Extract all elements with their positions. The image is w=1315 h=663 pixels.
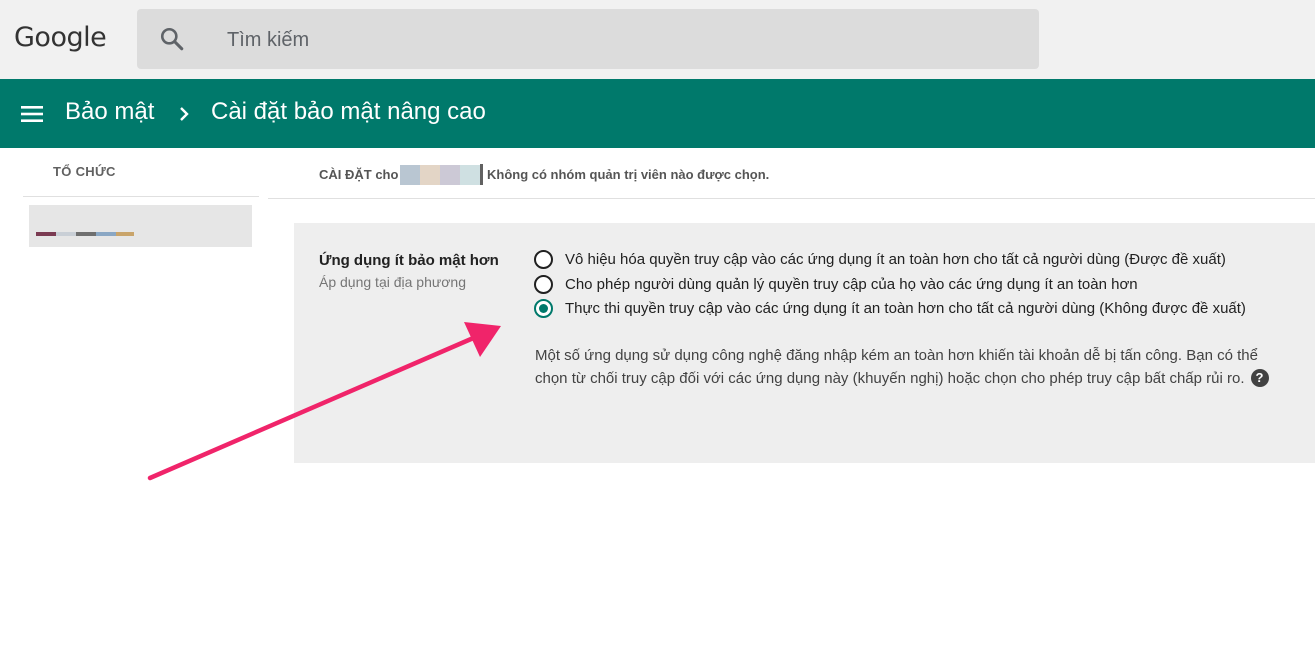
- search-input[interactable]: [225, 9, 1009, 71]
- radio-label: Cho phép người dùng quản lý quyền truy c…: [565, 275, 1138, 293]
- radio-button[interactable]: [534, 249, 553, 269]
- menu-icon[interactable]: [20, 102, 44, 126]
- admin-group-status: Không có nhóm quản trị viên nào được chọ…: [487, 167, 770, 182]
- google-logo[interactable]: Google: [14, 22, 107, 53]
- settings-context-bar: CÀI ĐẶT cho Không có nhóm quản trị viên …: [268, 148, 1315, 199]
- redaction-swatch: [400, 165, 420, 185]
- radio-label: Vô hiệu hóa quyền truy cập vào các ứng d…: [565, 250, 1226, 268]
- redaction-swatch: [420, 165, 440, 185]
- separator: [480, 164, 483, 185]
- redaction-swatch: [440, 165, 460, 185]
- org-section-label: TỔ CHỨC: [53, 164, 116, 179]
- setting-card: Ứng dụng ít bảo mật hơn Áp dụng tại địa …: [294, 223, 1315, 463]
- redaction-swatch: [96, 232, 116, 236]
- redaction-swatch: [76, 232, 96, 236]
- redaction-swatch: [460, 165, 480, 185]
- search-box[interactable]: [137, 9, 1039, 71]
- chevron-right-icon: [180, 107, 189, 121]
- radio-button-selected[interactable]: [534, 298, 553, 318]
- radio-option-enforce[interactable]: Thực thi quyền truy cập vào các ứng dụng…: [534, 297, 1246, 319]
- search-icon[interactable]: [159, 26, 185, 52]
- redaction-swatch: [56, 232, 76, 236]
- setting-title: Ứng dụng ít bảo mật hơn: [319, 252, 499, 269]
- org-unit-item[interactable]: [29, 205, 252, 247]
- radio-option-disable[interactable]: Vô hiệu hóa quyền truy cập vào các ứng d…: [534, 248, 1226, 270]
- divider: [23, 196, 259, 197]
- page-title: Cài đặt bảo mật nâng cao: [211, 98, 486, 125]
- description-text: Một số ứng dụng sử dụng công nghệ đăng n…: [535, 347, 1258, 387]
- redaction-swatch: [116, 232, 134, 236]
- setting-scope: Áp dụng tại địa phương: [319, 274, 466, 290]
- redaction-swatch: [36, 232, 56, 236]
- setting-description: Một số ứng dụng sử dụng công nghệ đăng n…: [535, 344, 1280, 390]
- breadcrumb-security[interactable]: Bảo mật: [65, 98, 154, 126]
- radio-label: Thực thi quyền truy cập vào các ứng dụng…: [565, 299, 1246, 317]
- org-name-redacted: [36, 232, 134, 236]
- radio-option-user-managed[interactable]: Cho phép người dùng quản lý quyền truy c…: [534, 273, 1138, 295]
- help-icon[interactable]: ?: [1250, 369, 1269, 387]
- top-bar: Google: [0, 0, 1315, 79]
- settings-for-label: CÀI ĐẶT cho: [319, 167, 399, 182]
- selected-ou-redacted: [400, 165, 480, 185]
- page-header: Bảo mật Cài đặt bảo mật nâng cao: [0, 79, 1315, 148]
- radio-button[interactable]: [534, 274, 553, 294]
